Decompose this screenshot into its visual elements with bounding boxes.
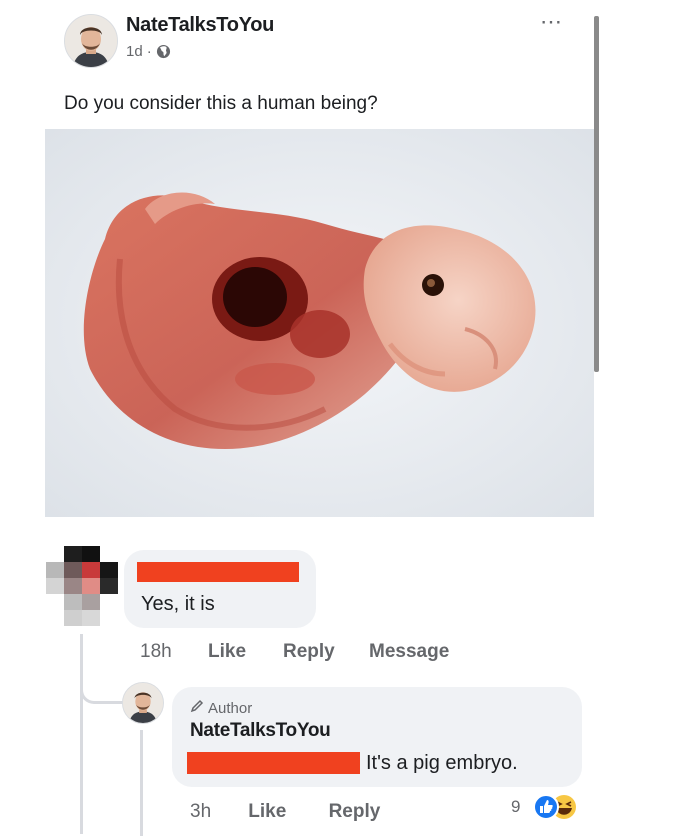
reply-like-button[interactable]: Like <box>248 801 323 823</box>
author-badge-label: Author <box>208 699 253 717</box>
commenter-avatar-pixelated[interactable] <box>46 546 118 626</box>
thread-connector <box>80 680 124 704</box>
comment-message-button[interactable]: Message <box>369 641 449 663</box>
reply-text: It's a pig embryo. <box>366 752 518 774</box>
more-options-icon[interactable]: ⋯ <box>540 11 562 33</box>
reply-time[interactable]: 3h <box>190 801 243 823</box>
redacted-commenter-name <box>137 562 299 582</box>
facebook-post-screenshot: NateTalksToYou 1d · ⋯ Do you consider th… <box>0 0 700 836</box>
meta-separator: · <box>146 43 152 60</box>
comment-reply-button[interactable]: Reply <box>283 641 369 663</box>
post-author-name[interactable]: NateTalksToYou <box>126 14 274 37</box>
post-time[interactable]: 1d <box>126 43 143 60</box>
author-avatar[interactable] <box>64 14 118 68</box>
post-text: Do you consider this a human being? <box>64 93 378 114</box>
comment-like-button[interactable]: Like <box>208 641 283 663</box>
comment-time[interactable]: 18h <box>140 641 208 663</box>
scrollbar[interactable] <box>594 16 599 372</box>
redacted-mention <box>187 752 360 774</box>
reply-reply-button[interactable]: Reply <box>329 801 381 823</box>
globe-icon <box>156 44 171 59</box>
reactions[interactable] <box>526 793 586 821</box>
reply-author-avatar[interactable] <box>122 682 164 724</box>
author-badge: Author <box>190 699 252 717</box>
pencil-icon <box>190 699 204 717</box>
thread-line <box>80 634 83 834</box>
reaction-count[interactable]: 9 <box>511 797 520 817</box>
reply-actions: 3h Like Reply <box>190 801 380 823</box>
like-reaction-icon <box>533 794 559 820</box>
comment-text: Yes, it is <box>141 593 215 615</box>
post-meta: 1d · <box>126 43 171 60</box>
thread-line-reply <box>140 730 143 836</box>
post-photo-embryo[interactable] <box>45 129 594 517</box>
reply-author-name[interactable]: NateTalksToYou <box>190 720 331 742</box>
comment-actions: 18h Like Reply Message <box>140 641 449 663</box>
